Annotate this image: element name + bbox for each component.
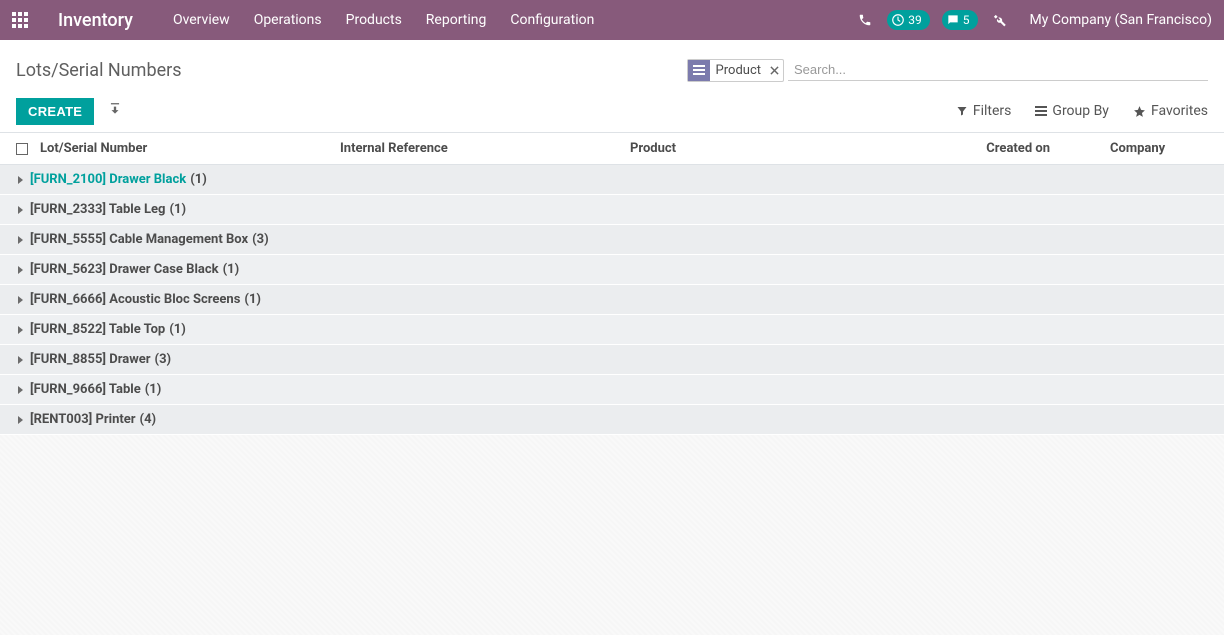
group-count: (1) — [244, 292, 261, 307]
group-count: (1) — [169, 322, 186, 337]
caret-icon — [18, 176, 23, 184]
activity-count: 39 — [908, 13, 922, 27]
group-count: (3) — [252, 232, 269, 247]
caret-icon — [18, 266, 23, 274]
group-name: [FURN_9666] Table — [30, 382, 141, 397]
col-product[interactable]: Product — [630, 141, 920, 156]
group-row[interactable]: [FURN_2333] Table Leg (1) — [0, 195, 1224, 225]
caret-icon — [18, 296, 23, 304]
group-row[interactable]: [FURN_2100] Drawer Black (1) — [0, 165, 1224, 195]
table-header: Lot/Serial Number Internal Reference Pro… — [0, 133, 1224, 165]
caret-icon — [18, 236, 23, 244]
group-row[interactable]: [FURN_8855] Drawer (3) — [0, 345, 1224, 375]
list-icon — [1035, 106, 1047, 116]
groupby-label: Group By — [1052, 103, 1109, 119]
groupby-icon — [688, 60, 710, 81]
group-row[interactable]: [FURN_9666] Table (1) — [0, 375, 1224, 405]
group-row[interactable]: [FURN_8522] Table Top (1) — [0, 315, 1224, 345]
facet-remove[interactable] — [765, 60, 783, 81]
nav-overview[interactable]: Overview — [161, 0, 242, 40]
group-count: (1) — [190, 172, 207, 187]
brand[interactable]: Inventory — [58, 10, 133, 31]
group-count: (1) — [145, 382, 162, 397]
col-created[interactable]: Created on — [920, 141, 1050, 156]
group-count: (1) — [169, 202, 186, 217]
group-count: (1) — [223, 262, 240, 277]
tools-icon[interactable] — [984, 0, 1016, 40]
col-lot[interactable]: Lot/Serial Number — [40, 141, 340, 156]
group-name: [FURN_2100] Drawer Black — [30, 172, 186, 187]
group-name: [FURN_8522] Table Top — [30, 322, 165, 337]
funnel-icon — [956, 105, 968, 117]
company-selector[interactable]: My Company (San Francisco) — [1030, 12, 1212, 28]
group-name: [FURN_5555] Cable Management Box — [30, 232, 248, 247]
caret-icon — [18, 416, 23, 424]
group-name: [FURN_5623] Drawer Case Black — [30, 262, 219, 277]
favorites-label: Favorites — [1151, 103, 1208, 119]
search-facet-product[interactable]: Product — [687, 59, 784, 82]
group-count: (4) — [140, 412, 157, 427]
apps-icon[interactable] — [0, 0, 40, 40]
messages-badge[interactable]: 5 — [942, 10, 978, 30]
nav-operations[interactable]: Operations — [242, 0, 334, 40]
group-row[interactable]: [FURN_6666] Acoustic Bloc Screens (1) — [0, 285, 1224, 315]
col-ref[interactable]: Internal Reference — [340, 141, 630, 156]
favorites-button[interactable]: Favorites — [1133, 103, 1208, 119]
group-name: [RENT003] Printer — [30, 412, 136, 427]
nav-products[interactable]: Products — [334, 0, 414, 40]
caret-icon — [18, 206, 23, 214]
apps-grid-icon — [12, 12, 28, 28]
phone-icon[interactable] — [849, 0, 881, 40]
nav-menu: Overview Operations Products Reporting C… — [161, 0, 606, 40]
select-all-checkbox[interactable] — [16, 143, 28, 155]
group-name: [FURN_2333] Table Leg — [30, 202, 165, 217]
nav-reporting[interactable]: Reporting — [414, 0, 499, 40]
messages-count: 5 — [963, 13, 970, 27]
caret-icon — [18, 326, 23, 334]
group-row[interactable]: [FURN_5623] Drawer Case Black (1) — [0, 255, 1224, 285]
activity-badge[interactable]: 39 — [887, 10, 930, 30]
caret-icon — [18, 386, 23, 394]
export-button[interactable] — [108, 102, 122, 120]
filters-label: Filters — [973, 103, 1012, 119]
page-title: Lots/Serial Numbers — [16, 60, 182, 81]
group-name: [FURN_6666] Acoustic Bloc Screens — [30, 292, 240, 307]
group-row[interactable]: [FURN_5555] Cable Management Box (3) — [0, 225, 1224, 255]
search-input[interactable] — [788, 59, 1208, 81]
group-count: (3) — [155, 352, 172, 367]
group-row[interactable]: [RENT003] Printer (4) — [0, 405, 1224, 435]
star-icon — [1133, 105, 1146, 118]
groupby-button[interactable]: Group By — [1035, 103, 1109, 119]
facet-label: Product — [710, 60, 765, 81]
filters-button[interactable]: Filters — [956, 103, 1012, 119]
create-button[interactable]: CREATE — [16, 98, 94, 125]
col-company[interactable]: Company — [1050, 141, 1216, 156]
nav-configuration[interactable]: Configuration — [498, 0, 606, 40]
group-name: [FURN_8855] Drawer — [30, 352, 151, 367]
caret-icon — [18, 356, 23, 364]
